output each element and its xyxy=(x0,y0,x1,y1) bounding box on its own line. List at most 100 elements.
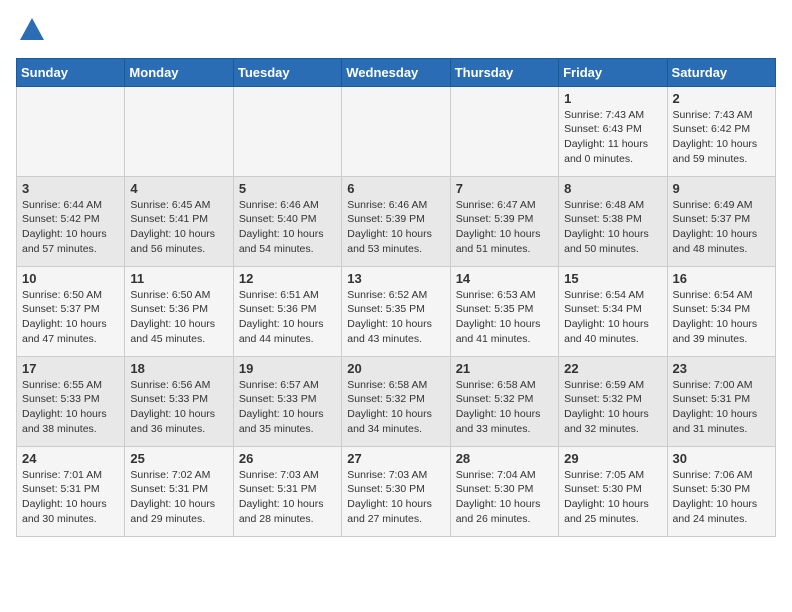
day-number: 14 xyxy=(456,271,553,286)
day-cell-1: 1Sunrise: 7:43 AMSunset: 6:43 PMDaylight… xyxy=(559,86,667,176)
day-number: 8 xyxy=(564,181,661,196)
day-cell-9: 9Sunrise: 6:49 AMSunset: 5:37 PMDaylight… xyxy=(667,176,775,266)
day-cell-12: 12 Sunrise: 6:51 AMSunset: 5:36 PMDayligh… xyxy=(233,266,341,356)
week-row-5: 24Sunrise: 7:01 AMSunset: 5:31 PMDayligh… xyxy=(17,446,776,536)
day-info: Sunrise: 6:47 AMSunset: 5:39 PMDaylight:… xyxy=(456,198,553,257)
calendar-header-row: SundayMondayTuesdayWednesdayThursdayFrid… xyxy=(17,58,776,86)
day-info: Sunrise: 6:58 AMSunset: 5:32 PMDaylight:… xyxy=(347,378,444,437)
empty-cell xyxy=(450,86,558,176)
day-number: 2 xyxy=(673,91,770,106)
day-number: 25 xyxy=(130,451,227,466)
day-number: 20 xyxy=(347,361,444,376)
day-number: 30 xyxy=(673,451,770,466)
day-info: Sunrise: 6:59 AMSunset: 5:32 PMDaylight:… xyxy=(564,378,661,437)
day-cell-14: 14 Sunrise: 6:53 AMSunset: 5:35 PMDayligh… xyxy=(450,266,558,356)
day-number: 3 xyxy=(22,181,119,196)
day-info: Sunrise: 7:02 AMSunset: 5:31 PMDaylight:… xyxy=(130,468,227,527)
day-cell-18: 18 Sunrise: 6:56 AMSunset: 5:33 PMDayligh… xyxy=(125,356,233,446)
day-cell-24: 24Sunrise: 7:01 AMSunset: 5:31 PMDayligh… xyxy=(17,446,125,536)
day-number: 15 xyxy=(564,271,661,286)
day-cell-22: 22Sunrise: 6:59 AMSunset: 5:32 PMDayligh… xyxy=(559,356,667,446)
day-cell-13: 13 Sunrise: 6:52 AMSunset: 5:35 PMDayligh… xyxy=(342,266,450,356)
day-number: 17 xyxy=(22,361,119,376)
day-info: Sunrise: 6:50 AMSunset: 5:37 PMDaylight:… xyxy=(22,288,119,347)
day-info: Sunrise: 6:54 AMSunset: 5:34 PMDaylight:… xyxy=(564,288,661,347)
week-row-1: 1Sunrise: 7:43 AMSunset: 6:43 PMDaylight… xyxy=(17,86,776,176)
day-info: Sunrise: 6:50 AMSunset: 5:36 PMDaylight:… xyxy=(130,288,227,347)
day-number: 5 xyxy=(239,181,336,196)
empty-cell xyxy=(17,86,125,176)
day-info: Sunrise: 7:43 AMSunset: 6:42 PMDaylight:… xyxy=(673,108,770,167)
day-number: 10 xyxy=(22,271,119,286)
day-cell-2: 2 Sunrise: 7:43 AMSunset: 6:42 PMDaylight… xyxy=(667,86,775,176)
day-number: 4 xyxy=(130,181,227,196)
header-friday: Friday xyxy=(559,58,667,86)
empty-cell xyxy=(233,86,341,176)
day-number: 18 xyxy=(130,361,227,376)
page-header xyxy=(16,16,776,50)
day-info: Sunrise: 6:48 AMSunset: 5:38 PMDaylight:… xyxy=(564,198,661,257)
header-thursday: Thursday xyxy=(450,58,558,86)
day-cell-29: 29Sunrise: 7:05 AMSunset: 5:30 PMDayligh… xyxy=(559,446,667,536)
day-cell-5: 5 Sunrise: 6:46 AMSunset: 5:40 PMDaylight… xyxy=(233,176,341,266)
week-row-4: 17 Sunrise: 6:55 AMSunset: 5:33 PMDayligh… xyxy=(17,356,776,446)
day-info: Sunrise: 7:03 AMSunset: 5:31 PMDaylight:… xyxy=(239,468,336,527)
day-number: 29 xyxy=(564,451,661,466)
day-cell-17: 17 Sunrise: 6:55 AMSunset: 5:33 PMDayligh… xyxy=(17,356,125,446)
header-monday: Monday xyxy=(125,58,233,86)
day-number: 27 xyxy=(347,451,444,466)
day-number: 16 xyxy=(673,271,770,286)
day-cell-3: 3 Sunrise: 6:44 AMSunset: 5:42 PMDaylight… xyxy=(17,176,125,266)
day-cell-11: 11 Sunrise: 6:50 AMSunset: 5:36 PMDayligh… xyxy=(125,266,233,356)
day-info: Sunrise: 7:43 AMSunset: 6:43 PMDaylight:… xyxy=(564,108,661,167)
day-number: 7 xyxy=(456,181,553,196)
header-wednesday: Wednesday xyxy=(342,58,450,86)
calendar-table: SundayMondayTuesdayWednesdayThursdayFrid… xyxy=(16,58,776,537)
day-cell-26: 26 Sunrise: 7:03 AMSunset: 5:31 PMDayligh… xyxy=(233,446,341,536)
day-number: 6 xyxy=(347,181,444,196)
day-cell-30: 30 Sunrise: 7:06 AMSunset: 5:30 PMDayligh… xyxy=(667,446,775,536)
day-cell-8: 8 Sunrise: 6:48 AMSunset: 5:38 PMDaylight… xyxy=(559,176,667,266)
day-info: Sunrise: 6:46 AMSunset: 5:40 PMDaylight:… xyxy=(239,198,336,257)
week-row-3: 10 Sunrise: 6:50 AMSunset: 5:37 PMDayligh… xyxy=(17,266,776,356)
logo xyxy=(16,16,46,50)
day-cell-16: 16 Sunrise: 6:54 AMSunset: 5:34 PMDayligh… xyxy=(667,266,775,356)
day-cell-7: 7 Sunrise: 6:47 AMSunset: 5:39 PMDaylight… xyxy=(450,176,558,266)
day-info: Sunrise: 6:58 AMSunset: 5:32 PMDaylight:… xyxy=(456,378,553,437)
day-number: 28 xyxy=(456,451,553,466)
day-info: Sunrise: 6:55 AMSunset: 5:33 PMDaylight:… xyxy=(22,378,119,437)
day-cell-4: 4 Sunrise: 6:45 AMSunset: 5:41 PMDaylight… xyxy=(125,176,233,266)
day-info: Sunrise: 6:49 AMSunset: 5:37 PMDaylight:… xyxy=(673,198,770,257)
logo-icon xyxy=(18,16,46,44)
day-info: Sunrise: 6:57 AMSunset: 5:33 PMDaylight:… xyxy=(239,378,336,437)
day-info: Sunrise: 7:06 AMSunset: 5:30 PMDaylight:… xyxy=(673,468,770,527)
day-info: Sunrise: 6:54 AMSunset: 5:34 PMDaylight:… xyxy=(673,288,770,347)
day-cell-23: 23 Sunrise: 7:00 AMSunset: 5:31 PMDayligh… xyxy=(667,356,775,446)
header-tuesday: Tuesday xyxy=(233,58,341,86)
day-number: 12 xyxy=(239,271,336,286)
day-number: 24 xyxy=(22,451,119,466)
day-cell-15: 15 Sunrise: 6:54 AMSunset: 5:34 PMDayligh… xyxy=(559,266,667,356)
day-cell-10: 10 Sunrise: 6:50 AMSunset: 5:37 PMDayligh… xyxy=(17,266,125,356)
day-number: 13 xyxy=(347,271,444,286)
day-number: 11 xyxy=(130,271,227,286)
day-info: Sunrise: 6:46 AMSunset: 5:39 PMDaylight:… xyxy=(347,198,444,257)
day-info: Sunrise: 6:44 AMSunset: 5:42 PMDaylight:… xyxy=(22,198,119,257)
day-cell-27: 27Sunrise: 7:03 AMSunset: 5:30 PMDayligh… xyxy=(342,446,450,536)
day-info: Sunrise: 6:56 AMSunset: 5:33 PMDaylight:… xyxy=(130,378,227,437)
day-info: Sunrise: 6:52 AMSunset: 5:35 PMDaylight:… xyxy=(347,288,444,347)
week-row-2: 3 Sunrise: 6:44 AMSunset: 5:42 PMDaylight… xyxy=(17,176,776,266)
header-saturday: Saturday xyxy=(667,58,775,86)
day-info: Sunrise: 7:04 AMSunset: 5:30 PMDaylight:… xyxy=(456,468,553,527)
empty-cell xyxy=(342,86,450,176)
header-sunday: Sunday xyxy=(17,58,125,86)
day-info: Sunrise: 7:00 AMSunset: 5:31 PMDaylight:… xyxy=(673,378,770,437)
day-cell-28: 28 Sunrise: 7:04 AMSunset: 5:30 PMDayligh… xyxy=(450,446,558,536)
day-info: Sunrise: 6:51 AMSunset: 5:36 PMDaylight:… xyxy=(239,288,336,347)
day-number: 23 xyxy=(673,361,770,376)
day-info: Sunrise: 6:53 AMSunset: 5:35 PMDaylight:… xyxy=(456,288,553,347)
day-number: 19 xyxy=(239,361,336,376)
day-cell-25: 25 Sunrise: 7:02 AMSunset: 5:31 PMDayligh… xyxy=(125,446,233,536)
day-info: Sunrise: 6:45 AMSunset: 5:41 PMDaylight:… xyxy=(130,198,227,257)
day-number: 26 xyxy=(239,451,336,466)
